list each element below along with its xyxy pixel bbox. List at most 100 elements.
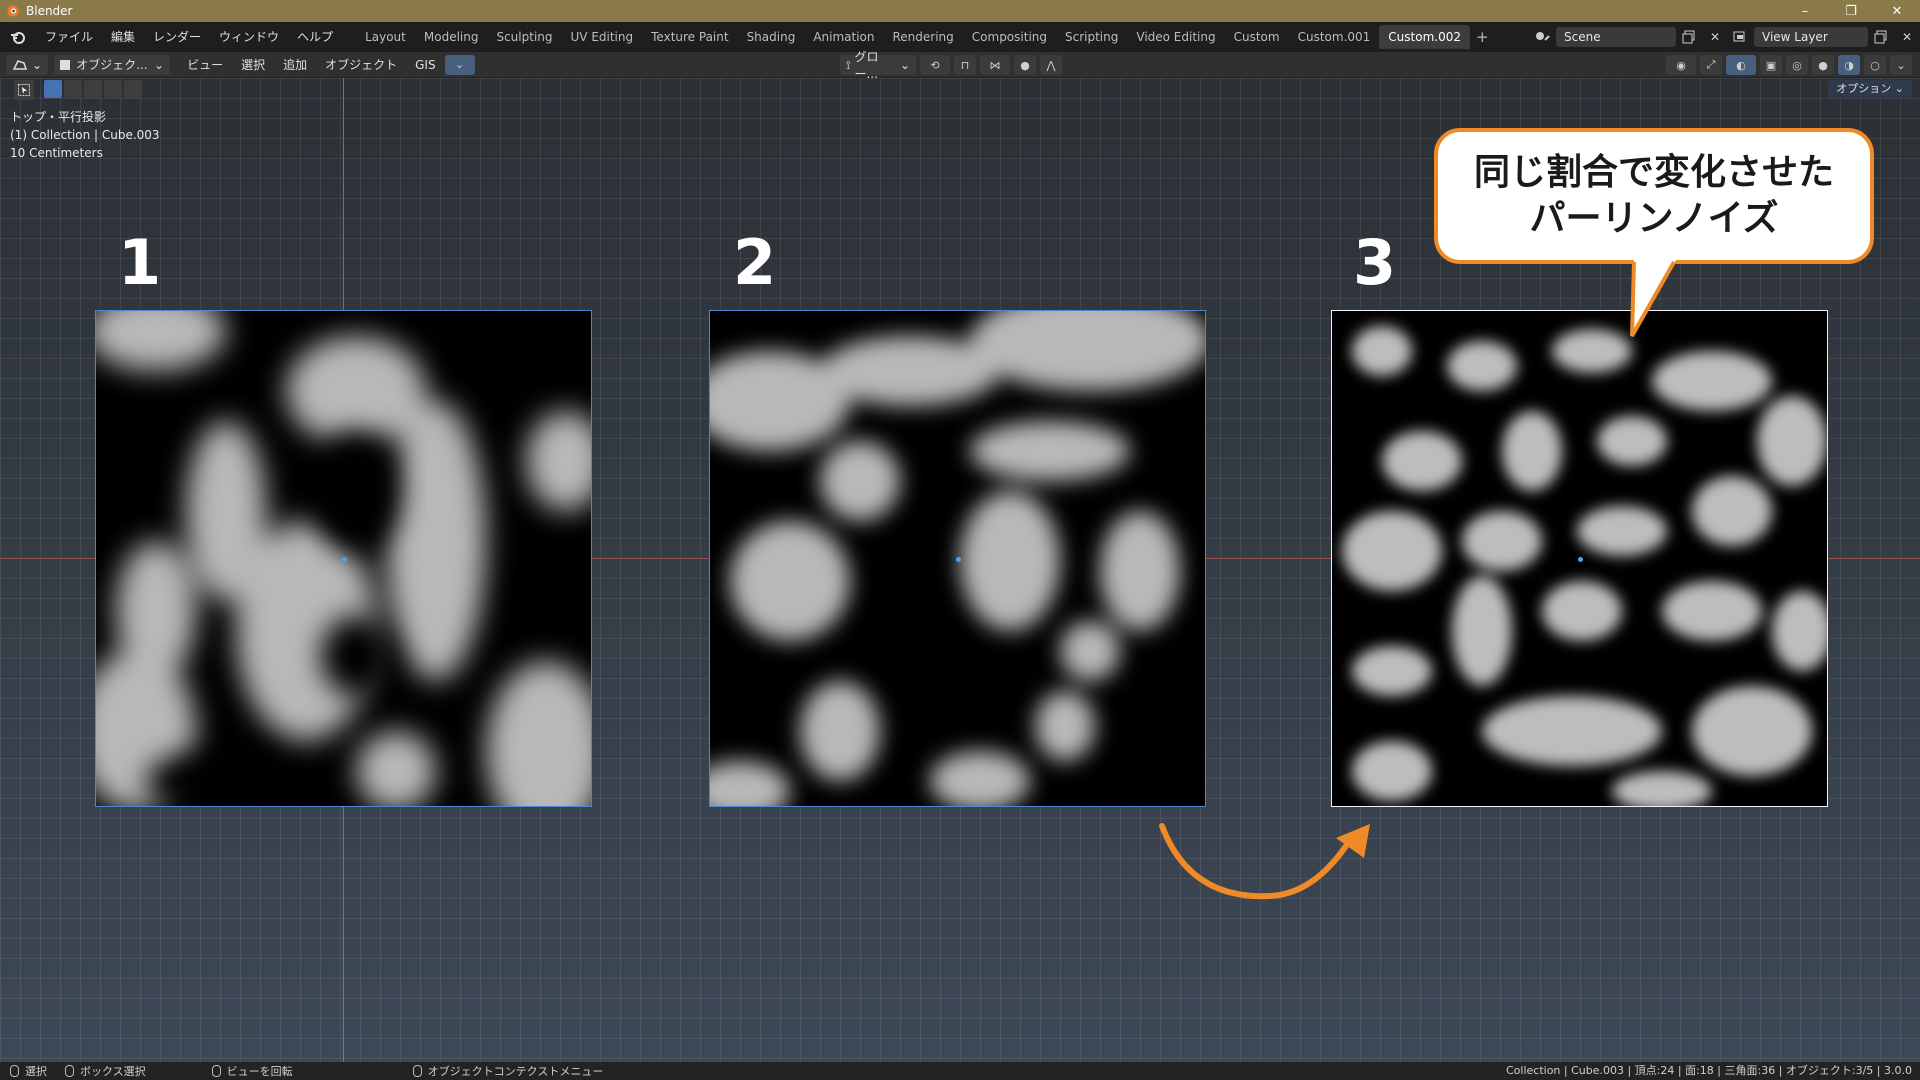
tab-uv-editing[interactable]: UV Editing: [562, 25, 643, 49]
menu-view[interactable]: ビュー: [178, 56, 232, 73]
mouse-right-icon: [412, 1065, 422, 1077]
options-label: オプション: [1836, 82, 1892, 95]
scene-statistics: Collection | Cube.003 | 頂点:24 | 面:18 | 三…: [1505, 1064, 1912, 1077]
tab-modeling[interactable]: Modeling: [415, 25, 488, 49]
view-layer-icon[interactable]: [1728, 27, 1754, 47]
tab-scripting[interactable]: Scripting: [1056, 25, 1127, 49]
gis-dropdown[interactable]: ⌄: [444, 54, 475, 75]
tab-video-editing[interactable]: Video Editing: [1127, 25, 1224, 49]
callout-line-2: パーリンノイズ: [1529, 198, 1779, 239]
tab-custom[interactable]: Custom: [1225, 25, 1289, 49]
status-box-select-label: ボックス選択: [80, 1065, 146, 1078]
noise-plane-2[interactable]: [709, 310, 1206, 807]
view-name: トップ・平行投影: [10, 110, 107, 124]
shading-options-icon[interactable]: ⌄: [1890, 55, 1912, 75]
curved-arrow-icon: [1159, 823, 1370, 900]
panel-3-number: 3: [1353, 226, 1397, 299]
status-context-menu-label: オブジェクトコンテクストメニュー: [427, 1065, 604, 1078]
menu-select[interactable]: 選択: [232, 56, 274, 73]
menu-object[interactable]: オブジェクト: [316, 56, 406, 73]
editor-type-button[interactable]: ⌄: [6, 54, 49, 75]
xray-toggle-icon[interactable]: ▣: [1760, 55, 1782, 75]
snap-target-icon[interactable]: ⋈: [980, 55, 1010, 75]
overlays-toggle-icon[interactable]: ◐: [1726, 55, 1756, 75]
select-subtract-icon[interactable]: [84, 80, 102, 98]
scene-selector-area: Scene ✕ View Layer ✕: [1530, 22, 1920, 52]
new-scene-icon[interactable]: [1676, 27, 1702, 47]
editor-type-icon: [12, 59, 28, 70]
mouse-middle-icon: [211, 1065, 221, 1077]
new-view-layer-icon[interactable]: [1868, 27, 1894, 47]
callout-bubble: 同じ割合で変化させた パーリンノイズ: [1434, 128, 1874, 264]
proportional-edit-icon[interactable]: ●: [1014, 55, 1036, 75]
rendered-shading-icon[interactable]: ○: [1864, 55, 1886, 75]
active-collection: (1) Collection | Cube.003: [10, 128, 160, 142]
viewport-info-overlay: トップ・平行投影 (1) Collection | Cube.003 10 Ce…: [10, 108, 160, 162]
status-rotate-view: ビューを回転: [211, 1063, 293, 1079]
menu-render[interactable]: レンダー: [144, 22, 210, 52]
tab-layout[interactable]: Layout: [356, 25, 415, 49]
tab-shading[interactable]: Shading: [738, 25, 805, 49]
solid-shading-icon[interactable]: ●: [1812, 55, 1834, 75]
snap-toggle-icon[interactable]: ⊓: [954, 55, 976, 75]
tab-texture-paint[interactable]: Texture Paint: [642, 25, 737, 49]
tab-rendering[interactable]: Rendering: [884, 25, 963, 49]
material-shading-icon[interactable]: ◑: [1838, 55, 1860, 75]
select-intersect-icon[interactable]: [124, 80, 142, 98]
mode-label: オブジェク...: [76, 58, 148, 72]
menu-edit[interactable]: 編集: [102, 22, 144, 52]
menu-gis[interactable]: GIS: [406, 58, 444, 72]
panel-2-number: 2: [733, 226, 777, 299]
blender-logo-icon: [7, 5, 19, 17]
scene-icon[interactable]: [1530, 27, 1556, 47]
noise-plane-3[interactable]: [1331, 310, 1828, 807]
mode-dropdown[interactable]: オブジェク... ⌄: [54, 54, 171, 75]
add-workspace-icon[interactable]: +: [1470, 28, 1495, 46]
close-button[interactable]: ✕: [1874, 0, 1920, 22]
object-origin: [1578, 557, 1583, 562]
gizmo-toggle-icon[interactable]: ⤢: [1700, 55, 1722, 75]
options-dropdown[interactable]: オプション ⌄: [1828, 80, 1912, 98]
callout-tail: [1630, 260, 1676, 337]
blender-menu-icon[interactable]: [8, 27, 28, 47]
visibility-dropdown-icon[interactable]: ◉: [1666, 55, 1696, 75]
select-tool-icon[interactable]: [14, 80, 34, 100]
tab-animation[interactable]: Animation: [804, 25, 883, 49]
menu-add[interactable]: 追加: [274, 56, 316, 73]
maximize-button[interactable]: ❐: [1828, 0, 1874, 22]
window-title: Blender: [26, 4, 73, 18]
status-select: 選択: [10, 1063, 47, 1079]
menu-window[interactable]: ウィンドウ: [210, 22, 288, 52]
grid-scale: 10 Centimeters: [10, 146, 103, 160]
status-context-menu: オブジェクトコンテクストメニュー: [412, 1063, 604, 1079]
status-bar: 選択 ボックス選択 ビューを回転 オブジェクトコンテクストメニュー Collec…: [0, 1062, 1920, 1080]
menu-file[interactable]: ファイル: [36, 22, 102, 52]
tab-custom-002[interactable]: Custom.002: [1379, 25, 1470, 49]
orientation-icon: ⟟: [846, 57, 851, 72]
select-new-icon[interactable]: [44, 80, 62, 98]
view-layer-field[interactable]: View Layer: [1754, 27, 1868, 47]
transform-orientation-dropdown[interactable]: ⟟ グロー... ⌄: [840, 50, 916, 81]
select-invert-icon[interactable]: [104, 80, 122, 98]
orientation-label: グロー...: [854, 50, 879, 81]
pivot-point-icon[interactable]: ⟲: [920, 55, 950, 75]
minimize-button[interactable]: –: [1782, 0, 1828, 22]
falloff-curve-icon[interactable]: ⋀: [1040, 55, 1062, 75]
tab-compositing[interactable]: Compositing: [963, 25, 1056, 49]
select-extend-icon[interactable]: [64, 80, 82, 98]
wireframe-shading-icon[interactable]: ◎: [1786, 55, 1808, 75]
mouse-left-icon: [10, 1065, 19, 1077]
remove-view-layer-icon[interactable]: ✕: [1894, 27, 1920, 47]
status-select-label: 選択: [25, 1065, 47, 1078]
tab-sculpting[interactable]: Sculpting: [487, 25, 561, 49]
noise-plane-1[interactable]: [95, 310, 592, 807]
remove-scene-icon[interactable]: ✕: [1702, 27, 1728, 47]
mouse-drag-icon: [65, 1065, 74, 1077]
tab-custom-001[interactable]: Custom.001: [1289, 25, 1380, 49]
workspace-tabs: Layout Modeling Sculpting UV Editing Tex…: [356, 22, 1495, 52]
panel-1-number: 1: [118, 226, 162, 299]
menu-help[interactable]: ヘルプ: [288, 22, 342, 52]
title-bar: Blender – ❐ ✕: [0, 0, 1920, 22]
object-origin: [956, 557, 961, 562]
scene-name-field[interactable]: Scene: [1556, 27, 1676, 47]
